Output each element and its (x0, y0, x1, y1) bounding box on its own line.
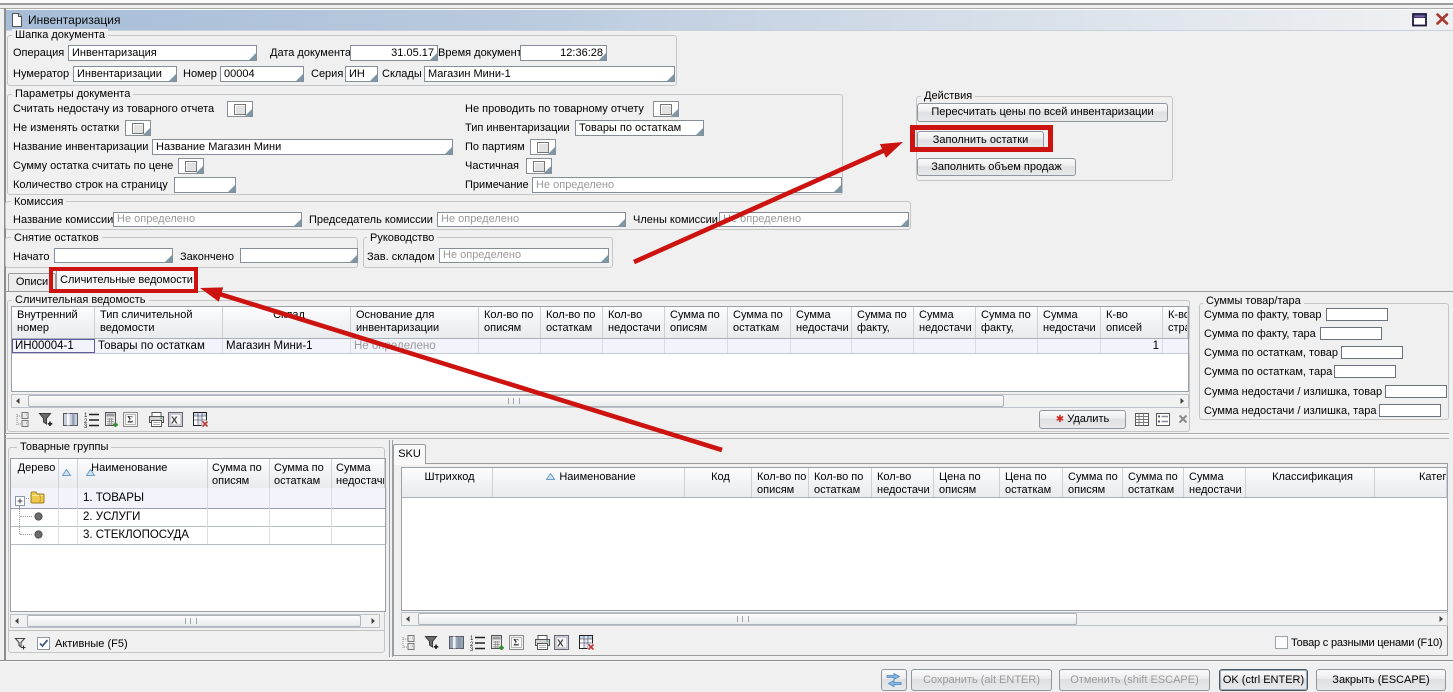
svg-text:3: 3 (470, 647, 474, 651)
svg-text:X: X (171, 416, 178, 427)
svg-text:X: X (557, 639, 564, 650)
svg-text:Σ: Σ (513, 638, 519, 648)
svg-text:3: 3 (84, 424, 88, 428)
svg-text:Σ: Σ (127, 415, 133, 425)
